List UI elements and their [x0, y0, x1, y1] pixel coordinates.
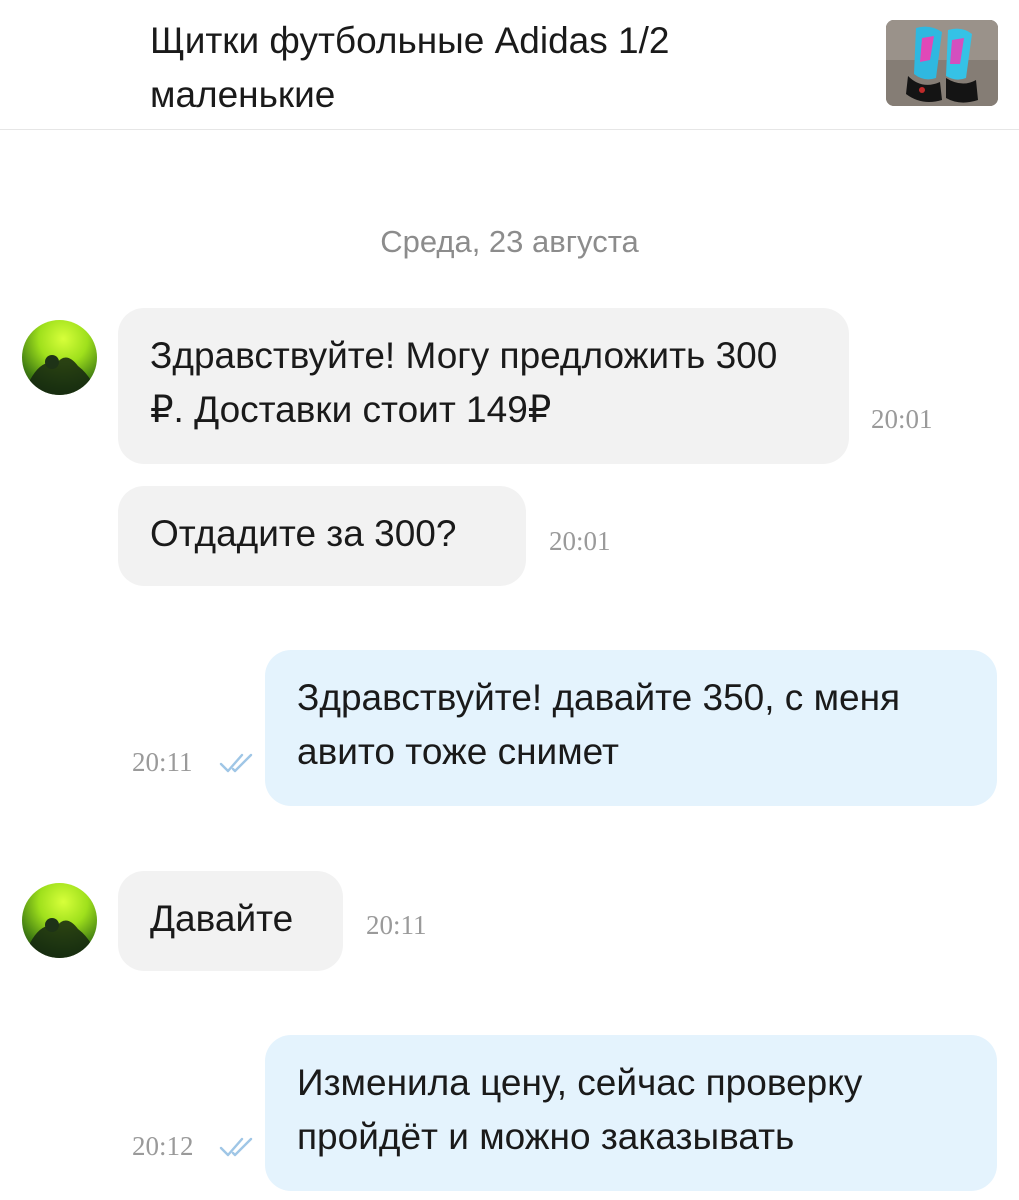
message-time: 20:01 [549, 526, 611, 556]
message-bubble-incoming[interactable]: Отдадите за 300? [118, 486, 526, 586]
shin-guards-photo-icon [886, 20, 998, 106]
listing-title[interactable]: Щитки футбольные Adidas 1/2 маленькие [150, 14, 840, 122]
message-bubble-outgoing[interactable]: Здравствуйте! давайте 350, с меня авито … [265, 650, 997, 806]
message-time: 20:12 [132, 1131, 194, 1161]
avatar[interactable] [22, 320, 97, 395]
message-time: 20:01 [871, 404, 933, 434]
message-text: Здравствуйте! Могу предложить 300 ₽. Дос… [150, 335, 778, 430]
user-photo-icon [27, 918, 92, 958]
message-text: Изменила цену, сейчас проверку пройдёт и… [297, 1062, 863, 1157]
chat-header: Щитки футбольные Adidas 1/2 маленькие [0, 0, 1019, 130]
message-time: 20:11 [366, 910, 427, 940]
message-text: Отдадите за 300? [150, 513, 457, 554]
message-text: Здравствуйте! давайте 350, с меня авито … [297, 677, 901, 772]
message-text: Давайте [150, 898, 294, 939]
date-separator: Среда, 23 августа [380, 224, 639, 259]
message-time: 20:11 [132, 747, 193, 777]
message-bubble-incoming[interactable]: Давайте [118, 871, 343, 971]
avatar[interactable] [22, 883, 97, 958]
user-photo-icon [27, 355, 92, 395]
message-bubble-incoming[interactable]: Здравствуйте! Могу предложить 300 ₽. Дос… [118, 308, 849, 464]
message-bubble-outgoing[interactable]: Изменила цену, сейчас проверку пройдёт и… [265, 1035, 997, 1191]
listing-thumbnail[interactable] [886, 20, 998, 106]
double-check-icon [219, 1137, 253, 1157]
double-check-icon [219, 753, 253, 773]
